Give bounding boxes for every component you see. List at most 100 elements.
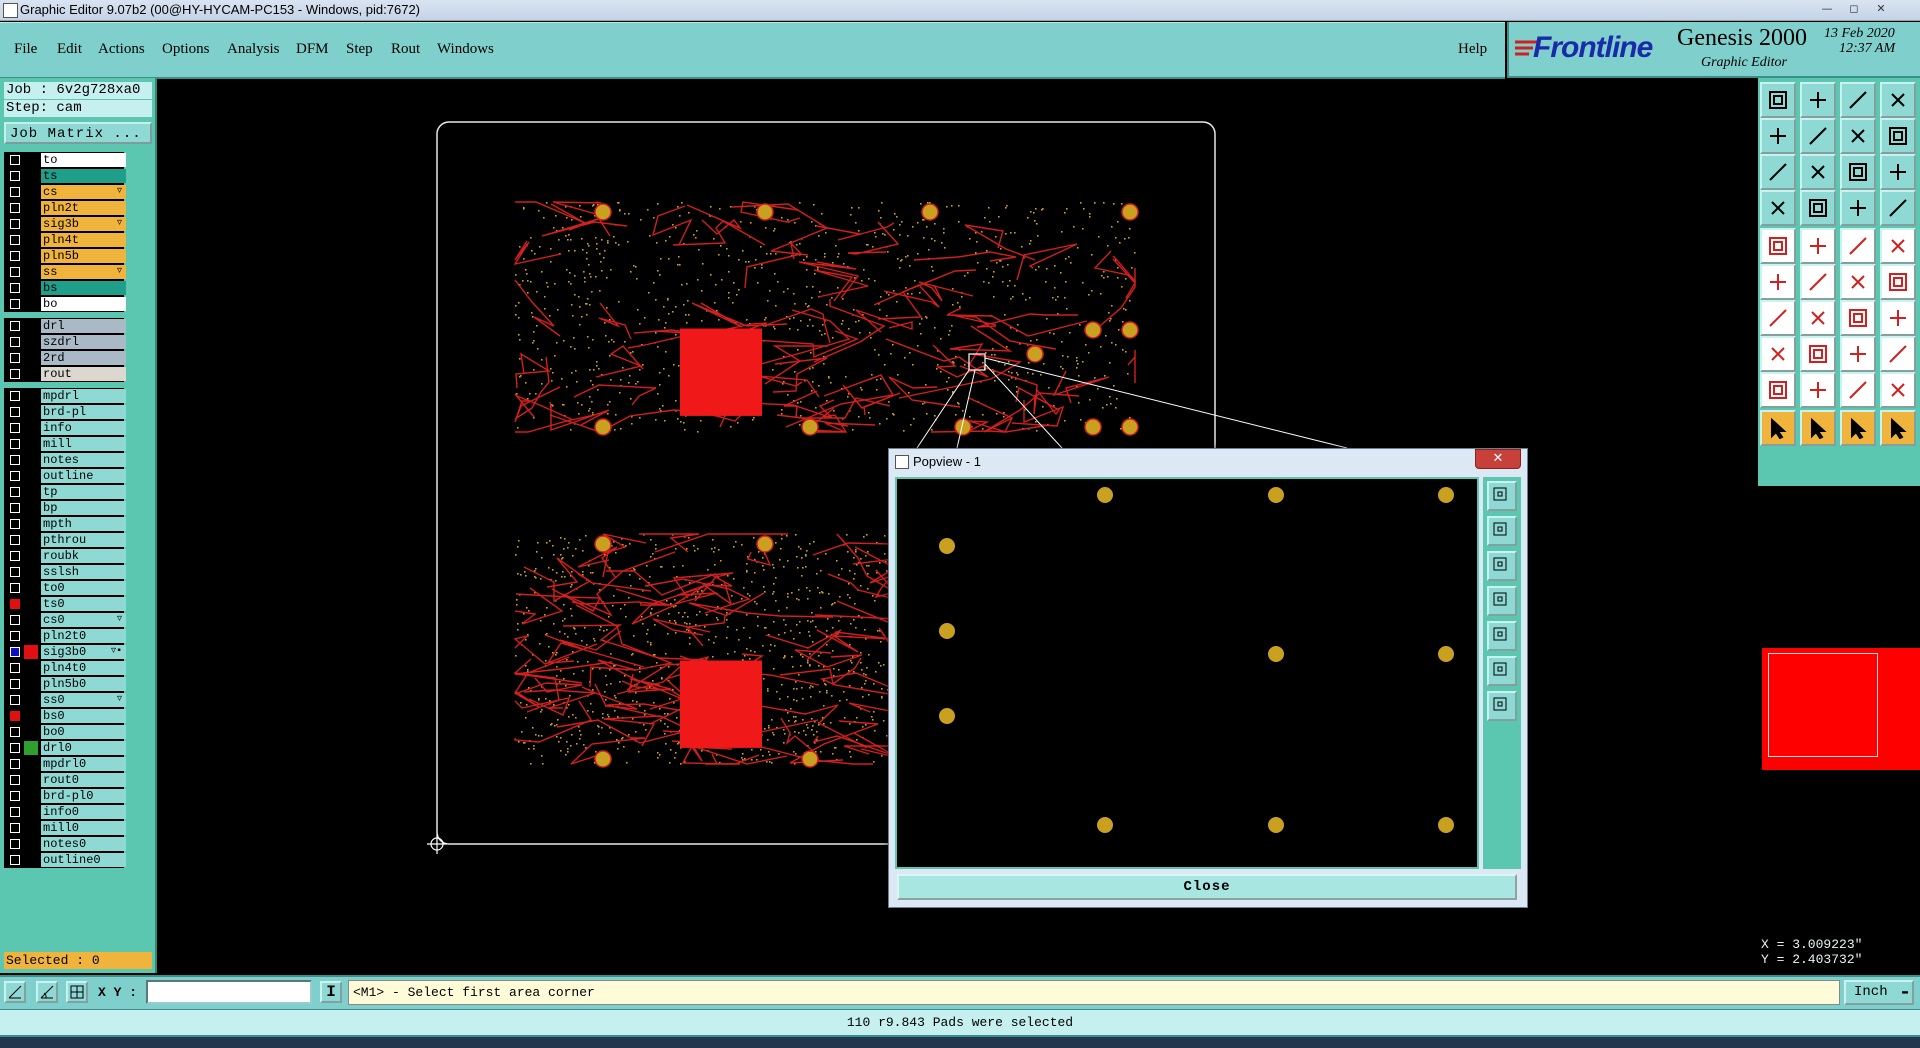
layer-checkbox[interactable] (10, 321, 20, 331)
layer-row-info0[interactable]: info0 (4, 804, 126, 820)
layer-checkbox[interactable] (10, 759, 20, 769)
layer-checkbox[interactable] (10, 337, 20, 347)
minus-button[interactable] (1800, 336, 1836, 372)
zoom-fit-button[interactable] (1800, 154, 1836, 190)
layer-checkbox[interactable] (10, 791, 20, 801)
layer-checkbox[interactable] (10, 171, 20, 181)
layer-checkbox[interactable] (10, 695, 20, 705)
snap-off-button[interactable] (1880, 190, 1916, 226)
draw-line-tool-button[interactable] (4, 981, 26, 1003)
zoom-in-left-button[interactable] (1760, 118, 1796, 154)
text-a-shape-button[interactable] (1880, 372, 1916, 408)
layer-row-sig3b0[interactable]: sig3b0 ▿▪ (4, 644, 126, 660)
zoom-out-right-button[interactable] (1800, 118, 1836, 154)
help-query-button[interactable] (1880, 154, 1916, 190)
open-step-button[interactable] (1760, 82, 1796, 118)
layer-checkbox[interactable] (10, 839, 20, 849)
maximize-icon[interactable]: ◻ (1845, 2, 1863, 16)
draw-slash-button[interactable] (1800, 300, 1836, 336)
layer-row-notes[interactable]: notes (4, 452, 126, 468)
layer-row-rout0[interactable]: rout0 (4, 772, 126, 788)
menu-step[interactable]: Step (346, 41, 373, 58)
layer-row-bo0[interactable]: bo0 (4, 724, 126, 740)
text-a-box-button[interactable] (1840, 372, 1876, 408)
group-button[interactable] (1880, 336, 1916, 372)
center-button[interactable] (1487, 691, 1517, 721)
layer-row-ss0[interactable]: ss0 ▿ (4, 692, 126, 708)
snap-on-button[interactable] (1840, 190, 1876, 226)
layer-row-mill[interactable]: mill (4, 436, 126, 452)
menu-dfm[interactable]: DFM (296, 41, 329, 58)
layer-checkbox[interactable] (10, 711, 20, 721)
pad-tool-button[interactable] (1760, 228, 1796, 264)
align-button[interactable] (1880, 300, 1916, 336)
layer-checkbox[interactable] (10, 455, 20, 465)
layer-row-pln4t0[interactable]: pln4t0 (4, 660, 126, 676)
layer-row-mill0[interactable]: mill0 (4, 820, 126, 836)
layer-checkbox[interactable] (10, 599, 20, 609)
layer-checkbox[interactable] (10, 743, 20, 753)
pan-left-button[interactable] (1487, 586, 1517, 616)
layer-checkbox[interactable] (10, 663, 20, 673)
close-icon[interactable]: ✕ (1872, 2, 1890, 16)
highlight-button[interactable] (1760, 190, 1796, 226)
job-matrix-button[interactable]: Job Matrix ... (4, 122, 152, 144)
menu-actions[interactable]: Actions (98, 41, 145, 58)
layer-row-drl0[interactable]: drl0 (4, 740, 126, 756)
menu-rout[interactable]: Rout (391, 41, 420, 58)
layer-checkbox[interactable] (10, 471, 20, 481)
layer-row-ss[interactable]: ss ▿ (4, 264, 126, 280)
layer-checkbox[interactable] (10, 647, 20, 657)
layer-row-pln2t[interactable]: pln2t (4, 200, 126, 216)
layer-row-mpth[interactable]: mpth (4, 516, 126, 532)
connect-button[interactable] (1760, 264, 1796, 300)
arc-button[interactable] (1840, 300, 1876, 336)
layer-row-tp[interactable]: tp (4, 484, 126, 500)
layout-button[interactable] (1880, 82, 1916, 118)
layer-row-roubk[interactable]: roubk (4, 548, 126, 564)
select-route-button[interactable] (1880, 410, 1916, 446)
layer-checkbox[interactable] (10, 727, 20, 737)
pan-button[interactable] (1840, 118, 1876, 154)
layer-row-mpdrl[interactable]: mpdrl (4, 388, 126, 404)
layer-checkbox[interactable] (10, 267, 20, 277)
layer-checkbox[interactable] (10, 535, 20, 545)
layer-row-mpdrl0[interactable]: mpdrl0 (4, 756, 126, 772)
resize-button[interactable] (1840, 336, 1876, 372)
xy-input[interactable] (146, 980, 312, 1004)
layer-checkbox[interactable] (10, 187, 20, 197)
layer-checkbox[interactable] (10, 631, 20, 641)
layer-checkbox[interactable] (10, 251, 20, 261)
layer-checkbox[interactable] (10, 391, 20, 401)
popview-canvas[interactable] (895, 477, 1479, 869)
circle-tool-button[interactable] (1880, 228, 1916, 264)
redraw-button[interactable] (1880, 118, 1916, 154)
zoom-in-button[interactable] (1487, 516, 1517, 546)
popview-window[interactable]: Popview - 1 ✕ Close (888, 448, 1528, 908)
layer-row-sig3b[interactable]: sig3b ▿ (4, 216, 126, 232)
layer-row-pln5b[interactable]: pln5b (4, 248, 126, 264)
layer-checkbox[interactable] (10, 203, 20, 213)
layer-row-drl[interactable]: drl (4, 318, 126, 334)
layer-row-ts[interactable]: ts (4, 168, 126, 184)
menu-help[interactable]: Help (1458, 41, 1487, 58)
layer-row-pln5b0[interactable]: pln5b0 (4, 676, 126, 692)
layer-checkbox[interactable] (10, 299, 20, 309)
menu-file[interactable]: File (14, 41, 37, 58)
layer-row-szdrl[interactable]: szdrl (4, 334, 126, 350)
home-button[interactable] (1840, 82, 1876, 118)
minimize-icon[interactable]: — (1818, 2, 1836, 16)
angle-tool-button[interactable] (36, 981, 58, 1003)
save-button[interactable] (1800, 82, 1836, 118)
layer-checkbox[interactable] (10, 219, 20, 229)
triangle-outline-button[interactable] (1760, 372, 1796, 408)
layer-row-pln2t0[interactable]: pln2t0 (4, 628, 126, 644)
layer-row-info[interactable]: info (4, 420, 126, 436)
line-tool-button[interactable] (1800, 228, 1836, 264)
menu-analysis[interactable]: Analysis (227, 41, 280, 58)
layer-row-outline0[interactable]: outline0 (4, 852, 126, 868)
layer-row-brd-pl0[interactable]: brd-pl0 (4, 788, 126, 804)
menu-windows[interactable]: Windows (437, 41, 494, 58)
popview-close-icon[interactable]: ✕ (1475, 449, 1521, 469)
layer-row-bp[interactable]: bp (4, 500, 126, 516)
